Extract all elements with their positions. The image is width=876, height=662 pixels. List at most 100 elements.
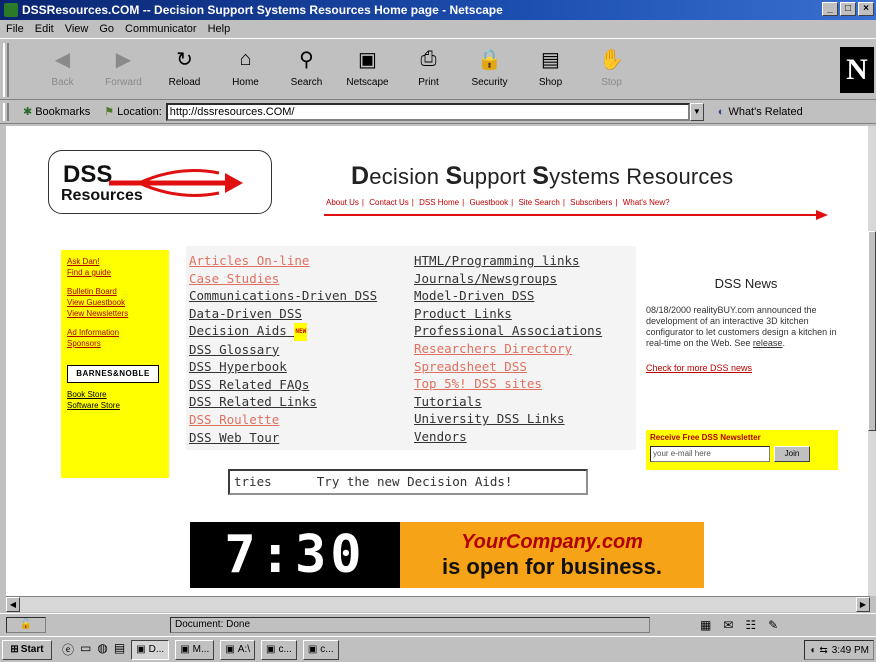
content-link[interactable]: Spreadsheet DSS — [414, 358, 602, 376]
content-link[interactable]: Journals/Newsgroups — [414, 270, 602, 288]
content-link[interactable]: DSS Glossary — [189, 341, 377, 359]
mail-icon[interactable]: ✉ — [723, 618, 733, 632]
taskbar-task-5[interactable]: ▣ c... — [302, 639, 339, 660]
toolbar-print-button[interactable]: ⎙ Print — [398, 45, 459, 89]
news-more-link[interactable]: Check for more DSS news — [646, 363, 846, 373]
content-link[interactable]: Data-Driven DSS — [189, 305, 377, 323]
quicklaunch-ie-icon[interactable]: ⓔ — [62, 641, 74, 658]
scroll-right-icon[interactable]: ▶ — [856, 597, 870, 612]
sidebar-link-view-newsletters[interactable]: View Newsletters — [67, 308, 163, 319]
whats-related-button[interactable]: ◐ What's Related — [718, 106, 803, 118]
logo-dss-text: DSS — [63, 161, 113, 188]
taskbar: ⊞ Start ⓔ ▭ ◍ ▤ ▣ D... ▣ M... ▣ A:\ ▣ c... ▣ c… — [0, 636, 876, 662]
toolbar-security-button[interactable]: 🔒 Security — [459, 45, 520, 89]
taskbar-task-netscape[interactable]: ▣ D... — [131, 639, 170, 660]
content-link[interactable]: DSS Web Tour — [189, 429, 377, 447]
scroll-left-icon[interactable]: ◀ — [6, 597, 20, 612]
content-link[interactable]: Tutorials — [414, 393, 602, 411]
content-link[interactable]: DSS Related FAQs — [189, 376, 377, 394]
sidebar-link-software-store[interactable]: Software Store — [67, 400, 163, 411]
content-link[interactable]: Vendors — [414, 428, 602, 446]
content-link[interactable]: Case Studies — [189, 270, 377, 288]
quicklaunch-desktop-icon[interactable]: ▭ — [80, 641, 91, 658]
content-link[interactable]: Model-Driven DSS — [414, 287, 602, 305]
content-link[interactable]: Professional Associations — [414, 322, 602, 340]
nav-contact-us[interactable]: Contact Us — [369, 198, 409, 207]
content-link[interactable]: DSS Related Links — [189, 393, 377, 411]
location-grip[interactable] — [3, 102, 9, 121]
quicklaunch-netscape-icon[interactable]: ◍ — [97, 641, 107, 658]
menu-edit[interactable]: Edit — [35, 23, 54, 35]
maximize-button[interactable]: □ — [840, 2, 856, 16]
nav-whats-new[interactable]: What's New? — [623, 198, 670, 207]
tray-network-icon[interactable]: ⇆ — [819, 645, 827, 656]
close-button[interactable]: × — [858, 2, 874, 16]
nav-subscribers[interactable]: Subscribers — [570, 198, 612, 207]
menu-help[interactable]: Help — [208, 23, 231, 35]
taskbar-task-4[interactable]: ▣ c... — [261, 639, 297, 660]
sidebar-link-bulletin-board[interactable]: Bulletin Board — [67, 286, 163, 297]
menu-view[interactable]: View — [65, 23, 89, 35]
sidebar-link-ad-information[interactable]: Ad Information — [67, 327, 163, 338]
page-proxy-icon[interactable]: ⚑ — [104, 105, 114, 118]
content-link[interactable]: Decision Aids NEW — [189, 322, 377, 341]
sidebar-link-view-guestbook[interactable]: View Guestbook — [67, 297, 163, 308]
content-link[interactable]: Communications-Driven DSS — [189, 287, 377, 305]
composer-icon[interactable]: ✎ — [768, 618, 778, 632]
barnes-noble-logo[interactable]: BARNES&NOBLE — [67, 365, 159, 383]
nav-site-search[interactable]: Site Search — [518, 198, 559, 207]
status-text: Document: Done — [170, 616, 650, 633]
content-link[interactable]: HTML/Programming links — [414, 252, 602, 270]
content-link[interactable]: University DSS Links — [414, 410, 602, 428]
taskbar-task-3[interactable]: ▣ A:\ — [220, 639, 256, 660]
toolbar-reload-button[interactable]: ↻ Reload — [154, 45, 215, 89]
discussion-icon[interactable]: ☷ — [745, 618, 756, 632]
toolbar-netscape-button[interactable]: ▣ Netscape — [337, 45, 398, 89]
toolbar-grip[interactable] — [3, 43, 9, 97]
horizontal-scrollbar[interactable]: ◀ ▶ — [6, 596, 870, 612]
nav-about-us[interactable]: About Us — [326, 198, 359, 207]
newsletter-email-input[interactable]: your e-mail here — [650, 446, 770, 462]
news-release-link[interactable]: release — [753, 338, 783, 348]
content-link[interactable]: Product Links — [414, 305, 602, 323]
nav-guestbook[interactable]: Guestbook — [469, 198, 508, 207]
url-input[interactable]: http://dssresources.COM/ — [165, 102, 690, 121]
toolbar-back-button[interactable]: ◀ Back — [32, 45, 93, 89]
security-status-icon[interactable]: 🔓 — [6, 616, 46, 633]
toolbar-forward-button[interactable]: ▶ Forward — [93, 45, 154, 89]
content-link[interactable]: DSS Hyperbook — [189, 358, 377, 376]
content-link[interactable]: DSS Roulette — [189, 411, 377, 429]
taskbar-task-2[interactable]: ▣ M... — [175, 639, 215, 660]
sidebar-link-find-guide[interactable]: Find a guide — [67, 267, 163, 278]
title-bar[interactable]: DSSResources.COM -- Decision Support Sys… — [0, 0, 876, 20]
menu-communicator[interactable]: Communicator — [125, 23, 197, 35]
url-dropdown-button[interactable]: ▼ — [689, 102, 704, 121]
toolbar-search-button[interactable]: ⚲ Search — [276, 45, 337, 89]
home-icon: ⌂ — [239, 47, 252, 70]
bookmarks-button[interactable]: ✱ Bookmarks — [23, 105, 90, 119]
toolbar-shop-button[interactable]: ▤ Shop — [520, 45, 581, 89]
menu-go[interactable]: Go — [99, 23, 114, 35]
toolbar-stop-button[interactable]: ✋ Stop — [581, 45, 642, 89]
content-link[interactable]: Researchers Directory — [414, 340, 602, 358]
minimize-button[interactable]: _ — [822, 2, 838, 16]
quicklaunch-folder-icon[interactable]: ▤ — [114, 641, 125, 658]
content-link[interactable]: Articles On-line — [189, 252, 377, 270]
sidebar-link-sponsors[interactable]: Sponsors — [67, 338, 163, 349]
newsletter-join-button[interactable]: Join — [774, 446, 810, 462]
vertical-scrollbar[interactable] — [868, 126, 876, 596]
ad-banner[interactable]: 7:30 YourCompany.com is open for busines… — [190, 522, 704, 588]
dss-resources-logo[interactable]: DSS Resources — [48, 150, 272, 214]
navigator-icon[interactable]: ▦ — [700, 618, 711, 632]
sidebar-link-book-store[interactable]: Book Store — [67, 389, 163, 400]
start-button[interactable]: ⊞ Start — [2, 639, 52, 660]
menu-file[interactable]: File — [6, 23, 24, 35]
content-link[interactable]: Top 5%! DSS sites — [414, 375, 602, 393]
sidebar-link-ask-dan[interactable]: Ask Dan! — [67, 256, 163, 267]
nav-dss-home[interactable]: DSS Home — [419, 198, 459, 207]
tray-clock[interactable]: 3:49 PM — [832, 645, 869, 656]
toolbar-home-button[interactable]: ⌂ Home — [215, 45, 276, 89]
netscape-logo[interactable]: N — [840, 47, 874, 93]
tray-volume-icon[interactable]: ◖ — [809, 645, 815, 656]
vertical-scroll-thumb[interactable] — [868, 231, 876, 431]
